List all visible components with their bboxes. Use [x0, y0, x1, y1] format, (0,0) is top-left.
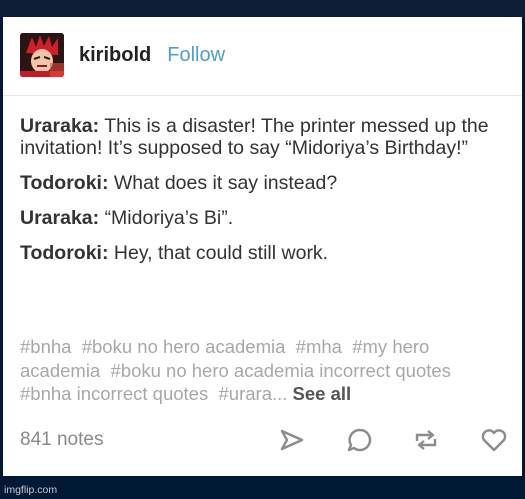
user-avatar[interactable]	[20, 33, 64, 77]
send-icon[interactable]	[278, 427, 306, 453]
dialogue-line: Uraraka: “Midoriya’s Bi”.	[20, 207, 510, 229]
speaker-name: Uraraka:	[20, 207, 100, 229]
post-body: Uraraka: This is a disaster! The printer…	[20, 115, 510, 277]
username[interactable]: kiribold	[79, 44, 151, 67]
notes-count[interactable]: 841 notes	[20, 429, 103, 451]
post-tags: #bnha #boku no hero academia #mha #my he…	[20, 335, 510, 406]
tag[interactable]: #bnha incorrect quotes	[20, 383, 208, 404]
dialogue-line: Todoroki: Hey, that could still work.	[20, 242, 510, 264]
post-footer: 841 notes	[20, 427, 510, 453]
tag[interactable]: #mha	[296, 336, 342, 357]
speaker-name: Todoroki:	[20, 242, 109, 264]
tag[interactable]: #boku no hero academia incorrect quotes	[111, 360, 451, 381]
speaker-name: Uraraka:	[20, 115, 100, 137]
tag[interactable]: #boku no hero academia	[82, 336, 286, 357]
dialogue-text: “Midoriya’s Bi”.	[104, 207, 234, 229]
dialogue-line: Todoroki: What does it say instead?	[20, 172, 510, 194]
tag[interactable]: #urara...	[219, 383, 288, 404]
speaker-name: Todoroki:	[20, 172, 109, 194]
reblog-icon[interactable]	[412, 427, 440, 453]
imgflip-watermark: imgflip.com	[4, 484, 58, 496]
follow-button[interactable]: Follow	[167, 44, 225, 67]
dialogue-line: Uraraka: This is a disaster! The printer…	[20, 115, 510, 159]
tag[interactable]: #bnha	[20, 336, 71, 357]
dialogue-text: What does it say instead?	[113, 172, 338, 194]
post-header: kiribold Follow	[20, 33, 225, 77]
tumblr-post: kiribold Follow Uraraka: This is a disas…	[3, 17, 522, 476]
top-bar	[0, 0, 525, 17]
see-all-tags-link[interactable]: See all	[293, 383, 352, 404]
header-divider	[3, 95, 522, 96]
heart-icon[interactable]	[480, 427, 508, 453]
dialogue-text: Hey, that could still work.	[113, 242, 329, 264]
reply-bubble-icon[interactable]	[346, 427, 374, 453]
